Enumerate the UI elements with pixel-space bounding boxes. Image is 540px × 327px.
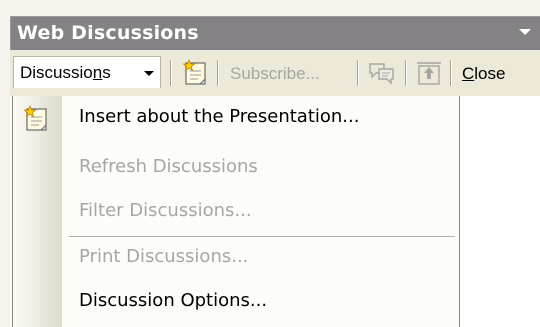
toolbar-separator — [450, 60, 451, 86]
discussions-label-part2: s — [102, 63, 111, 82]
menu-item-label: Insert about the Presentation... — [79, 106, 360, 127]
insert-discussion-icon[interactable] — [180, 58, 210, 88]
menu-item-print-discussions[interactable]: Print Discussions... — [13, 238, 459, 278]
discussions-dropdown-menu: Insert about the Presentation... Refresh… — [12, 96, 460, 327]
close-button[interactable]: Close — [462, 64, 505, 84]
pane-title: Web Discussions — [17, 22, 199, 44]
subscribe-button[interactable]: Subscribe... — [230, 64, 320, 84]
menu-item-discussion-options[interactable]: Discussion Options... — [13, 282, 459, 322]
menu-item-label: Filter Discussions... — [79, 200, 252, 221]
close-accel: C — [462, 64, 475, 83]
discussion-pane-icon[interactable] — [366, 58, 396, 88]
menu-item-label: Print Discussions... — [79, 246, 249, 267]
menu-item-refresh-discussions[interactable]: Refresh Discussions — [13, 148, 459, 188]
discussions-label-accel: n — [92, 63, 103, 82]
discussions-label-part1: Discussio — [20, 63, 93, 82]
discussions-menu-button[interactable]: Discussions — [13, 56, 161, 88]
previous-discussion-icon[interactable] — [414, 58, 444, 88]
chevron-down-icon — [144, 71, 154, 76]
menu-item-filter-discussions[interactable]: Filter Discussions... — [13, 192, 459, 232]
web-discussions-toolbar: Discussions Subscribe... Close — [10, 50, 540, 96]
toolbar-separator — [357, 60, 358, 86]
pane-menu-arrow-icon[interactable] — [519, 29, 531, 35]
menu-item-label: Refresh Discussions — [79, 156, 258, 177]
close-rest: lose — [474, 64, 506, 83]
menu-item-label: Discussion Options... — [79, 290, 268, 311]
toolbar-separator — [405, 60, 406, 86]
toolbar-separator — [217, 60, 218, 86]
insert-discussion-icon — [23, 104, 47, 131]
menu-item-insert-about-presentation[interactable]: Insert about the Presentation... — [13, 98, 459, 138]
menu-separator — [69, 236, 455, 237]
web-discussions-title-bar[interactable]: Web Discussions — [10, 16, 540, 50]
discussions-menu-label: Discussions — [20, 63, 111, 83]
toolbar-separator — [170, 60, 171, 86]
